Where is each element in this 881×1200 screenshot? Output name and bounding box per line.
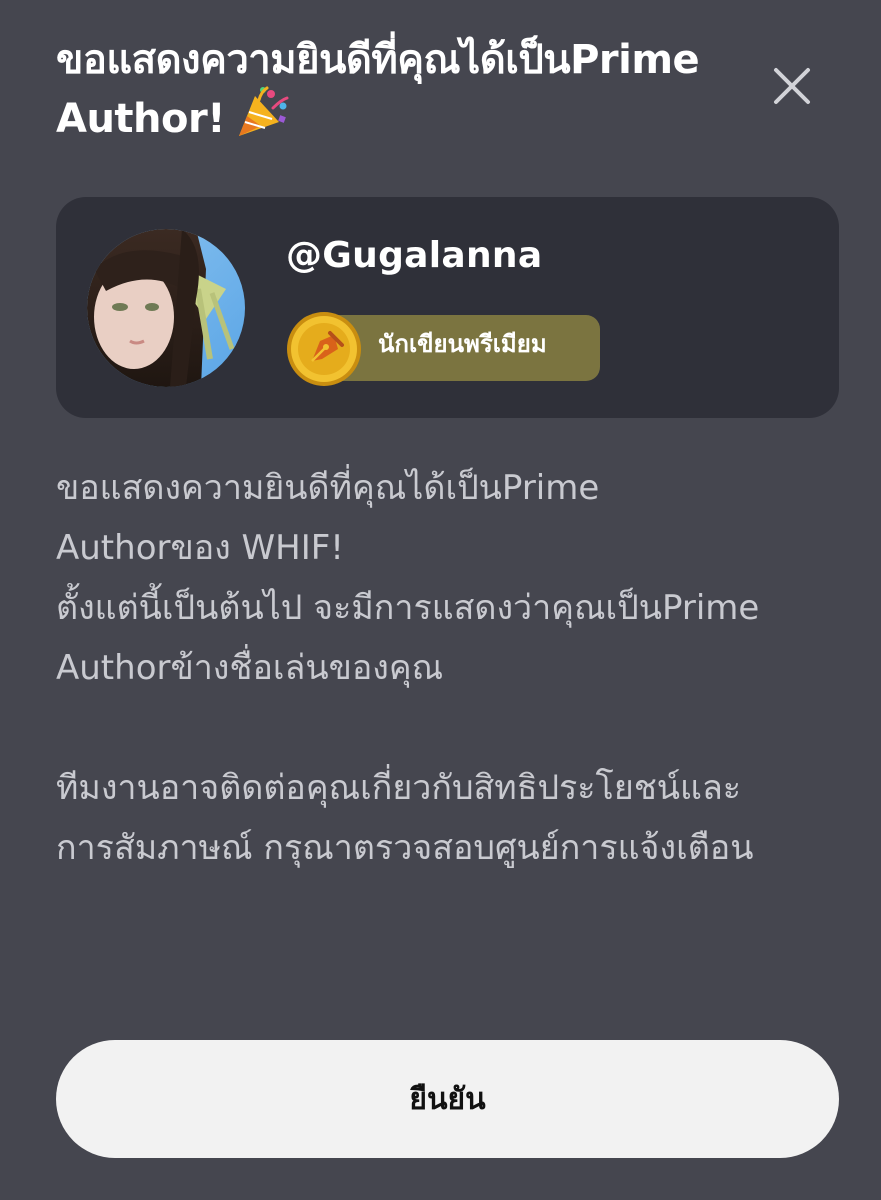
- prime-author-dialog: ขอแสดงความยินดีที่คุณได้เป็นPrime Author…: [0, 0, 881, 1200]
- message-line: ขอแสดงความยินดีที่คุณได้เป็นPrime: [56, 468, 600, 508]
- profile-card: @Gugalanna นักเขียนพรีเมียม: [56, 197, 839, 418]
- close-icon: [774, 68, 810, 104]
- avatar: [86, 229, 246, 387]
- party-popper-icon: [235, 86, 291, 151]
- message-line: Authorข้างชื่อเล่นของคุณ: [56, 648, 444, 688]
- message-line: ทีมงานอาจติดต่อคุณเกี่ยวกับสิทธิประโยชน์…: [56, 768, 742, 808]
- benefits-message: ทีมงานอาจติดต่อคุณเกี่ยวกับสิทธิประโยชน์…: [56, 758, 836, 878]
- pen-nib-coin-icon: [286, 311, 362, 387]
- message-line: ตั้งแต่นี้เป็นต้นไป จะมีการแสดงว่าคุณเป็…: [56, 588, 760, 628]
- close-button[interactable]: [766, 60, 818, 112]
- message-line: การสัมภาษณ์ กรุณาตรวจสอบศูนย์การแจ้งเตือ…: [56, 828, 754, 868]
- message-line: Authorของ WHIF!: [56, 528, 344, 568]
- dialog-title-text: ขอแสดงความยินดีที่คุณได้เป็นPrime Author…: [56, 37, 700, 142]
- username: @Gugalanna: [286, 235, 543, 276]
- badge-label: นักเขียนพรีเมียม: [378, 330, 547, 358]
- dialog-title: ขอแสดงความยินดีที่คุณได้เป็นPrime Author…: [56, 34, 756, 151]
- confirm-button[interactable]: ยืนยัน: [56, 1040, 839, 1158]
- congrats-message: ขอแสดงความยินดีที่คุณได้เป็นPrime Author…: [56, 458, 836, 698]
- prime-author-badge: นักเขียนพรีเมียม: [286, 311, 601, 386]
